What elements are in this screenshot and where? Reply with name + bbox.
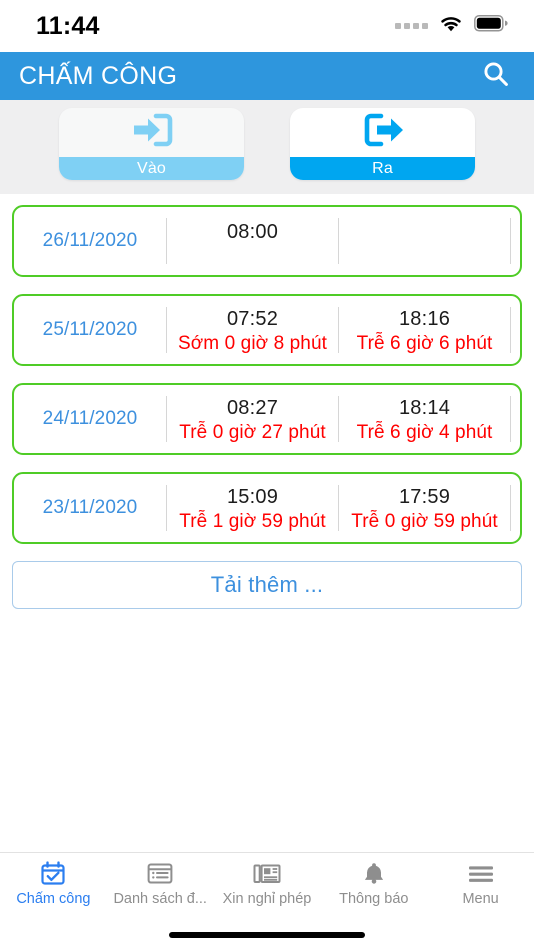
status-bar-time: 11:44 (36, 11, 100, 40)
tab-thong-bao[interactable]: Thông báo (320, 861, 427, 907)
list-icon (147, 861, 173, 887)
record-check-out: 18:14 Trễ 6 giờ 4 phút (339, 385, 510, 453)
record-check-out: 18:16 Trễ 6 giờ 6 phút (339, 296, 510, 364)
check-out-note: Trễ 6 giờ 6 phút (356, 332, 493, 354)
wifi-icon (439, 15, 463, 38)
app-screen: 11:44 CHẤM CÔNG Vào Ra 26/11/2020 08:00 … (0, 0, 534, 950)
hamburger-menu-icon (467, 861, 495, 887)
record-check-in: 15:09 Trễ 1 giờ 59 phút (167, 474, 338, 542)
record-date: 26/11/2020 (42, 230, 138, 251)
check-out-time: 17:59 (398, 485, 451, 508)
bell-icon (361, 861, 387, 887)
record-check-in: 07:52 Sớm 0 giờ 8 phút (167, 296, 338, 364)
load-more-button[interactable]: Tải thêm ... (12, 561, 522, 609)
column-divider (510, 396, 511, 442)
search-icon (481, 59, 511, 94)
calendar-check-icon (40, 861, 66, 887)
column-divider (510, 218, 511, 264)
tab-label: Xin nghỉ phép (222, 891, 312, 907)
check-out-note: Trễ 0 giờ 59 phút (351, 510, 498, 532)
check-in-note: Trễ 0 giờ 27 phút (179, 421, 326, 443)
check-in-time: 15:09 (226, 485, 279, 508)
page-title: CHẤM CÔNG (19, 61, 178, 90)
check-in-time: 08:27 (226, 396, 279, 419)
status-bar-indicators (395, 15, 508, 38)
check-in-time: 07:52 (226, 307, 279, 330)
signal-dots-icon (395, 23, 428, 29)
record-date: 24/11/2020 (42, 408, 138, 429)
check-out-icon-area (290, 108, 475, 157)
check-in-button[interactable]: Vào (59, 108, 244, 180)
record-date: 25/11/2020 (42, 319, 138, 340)
check-in-label: Vào (59, 157, 244, 180)
tab-menu[interactable]: Menu (427, 861, 534, 907)
status-bar: 11:44 (0, 0, 534, 52)
attendance-list: 26/11/2020 08:00 25/11/2020 07:52 Sớm 0 … (0, 194, 534, 852)
tab-danh-sach[interactable]: Danh sách đ... (107, 861, 214, 907)
check-in-note: Sớm 0 giờ 8 phút (177, 332, 328, 354)
column-divider (510, 307, 511, 353)
tab-xin-nghi-phep[interactable]: Xin nghỉ phép (214, 861, 321, 907)
table-row[interactable]: 23/11/2020 15:09 Trễ 1 giờ 59 phút 17:59… (12, 472, 522, 544)
search-button[interactable] (476, 56, 516, 96)
app-header: CHẤM CÔNG (0, 52, 534, 100)
record-check-out: 17:59 Trễ 0 giờ 59 phút (339, 474, 510, 542)
column-divider (510, 485, 511, 531)
table-row[interactable]: 24/11/2020 08:27 Trễ 0 giờ 27 phút 18:14… (12, 383, 522, 455)
record-check-in: 08:27 Trễ 0 giờ 27 phút (167, 385, 338, 453)
bottom-tab-bar: Chấm công Danh sách đ... Xin nghỉ phép T… (0, 852, 534, 920)
check-in-icon-area (59, 108, 244, 157)
sign-in-icon (126, 110, 178, 155)
check-out-time: 18:16 (398, 307, 451, 330)
record-check-in: 08:00 (167, 207, 338, 275)
tab-label: Thông báo (339, 891, 409, 907)
tab-cham-cong[interactable]: Chấm công (0, 861, 107, 907)
mode-toggle-strip: Vào Ra (0, 100, 534, 194)
check-out-time: 18:14 (398, 396, 451, 419)
battery-full-icon (474, 15, 508, 37)
table-row[interactable]: 26/11/2020 08:00 (12, 205, 522, 277)
check-out-button[interactable]: Ra (290, 108, 475, 180)
sign-out-icon (357, 110, 409, 155)
record-check-out (339, 207, 510, 275)
check-out-label: Ra (290, 157, 475, 180)
table-row[interactable]: 25/11/2020 07:52 Sớm 0 giờ 8 phút 18:16 … (12, 294, 522, 366)
check-in-time: 08:00 (226, 221, 279, 243)
home-indicator[interactable] (169, 932, 365, 938)
check-in-note: Trễ 1 giờ 59 phút (179, 510, 326, 532)
tab-label: Menu (462, 891, 499, 907)
tab-label: Danh sách đ... (113, 891, 207, 907)
home-indicator-area (0, 920, 534, 950)
check-out-note: Trễ 6 giờ 4 phút (356, 421, 493, 443)
newspaper-icon (253, 861, 281, 887)
record-date: 23/11/2020 (42, 497, 138, 518)
tab-label: Chấm công (16, 891, 91, 907)
